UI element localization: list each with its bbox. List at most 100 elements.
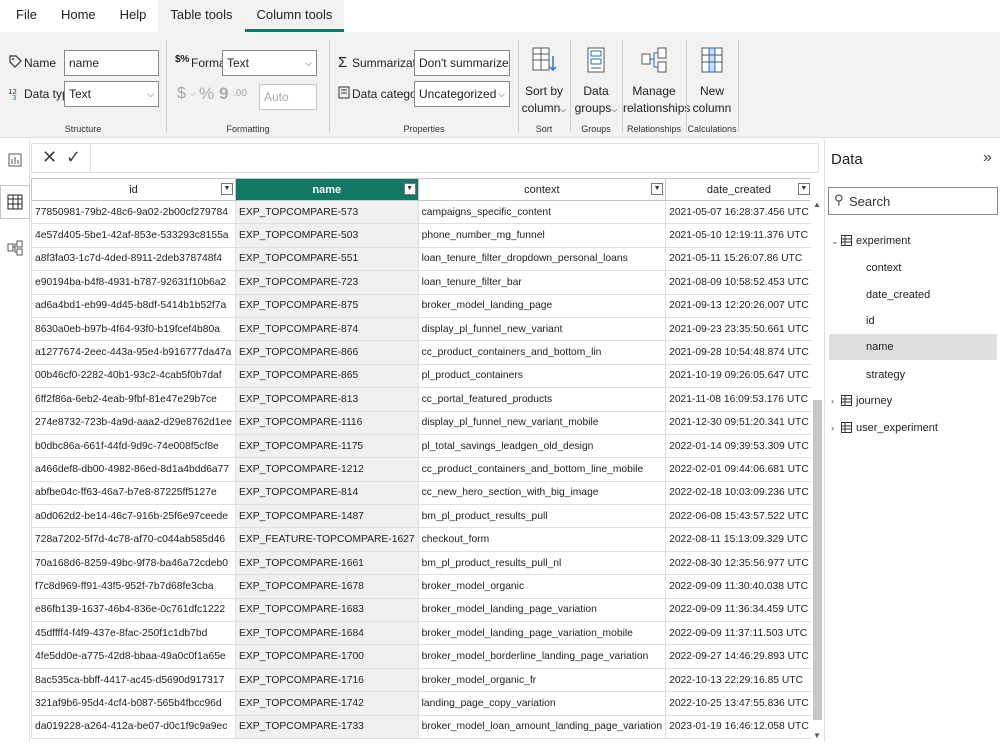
- formula-bar[interactable]: ✕ ✓: [31, 143, 819, 173]
- cell-name[interactable]: EXP_FEATURE-TOPCOMPARE-1627: [234, 527, 419, 552]
- cell-date-created[interactable]: 2021-11-08 16:09:53.176 UTC: [665, 387, 811, 412]
- cell-context[interactable]: pl_product_containers: [417, 363, 667, 389]
- cell-name[interactable]: EXP_TOPCOMPARE-1684: [234, 621, 419, 646]
- table-row[interactable]: 70a168d6-8259-49bc-9f78-ba46a72cdeb0 EXP_…: [31, 550, 811, 576]
- tree-field-name[interactable]: name: [829, 334, 997, 360]
- cell-id[interactable]: 4e57d405-5be1-42af-853e-533293c8155a: [31, 223, 236, 248]
- table-row[interactable]: f7c8d969-ff91-43f5-952f-7b7d68fe3cba EXP_…: [31, 574, 811, 599]
- cell-context[interactable]: broker_model_loan_amount_landing_page_va…: [417, 714, 667, 739]
- percent-button[interactable]: %: [199, 84, 214, 104]
- table-row[interactable]: 8ac535ca-bbff-4417-ac45-d5690d917317 EXP_…: [31, 667, 811, 693]
- tree-field-strategy[interactable]: strategy: [866, 369, 905, 381]
- cell-name[interactable]: EXP_TOPCOMPARE-874: [234, 316, 419, 342]
- cell-context[interactable]: bm_pl_product_results_pull_nl: [417, 550, 667, 576]
- cell-name[interactable]: EXP_TOPCOMPARE-723: [234, 270, 419, 295]
- scroll-up-icon[interactable]: ▲: [813, 200, 821, 209]
- cell-context[interactable]: cc_product_containers_and_bottom_lin: [417, 340, 667, 365]
- cell-id[interactable]: abfbe04c-ff63-46a7-b7e8-87225ff5127e: [31, 480, 236, 506]
- column-header-date-created[interactable]: date_created ▼: [665, 178, 811, 201]
- cell-context[interactable]: campaigns_specific_content: [417, 199, 667, 225]
- cell-name[interactable]: EXP_TOPCOMPARE-1678: [234, 574, 419, 599]
- cell-date-created[interactable]: 2021-09-23 23:35:50.661 UTC: [665, 316, 811, 342]
- cell-name[interactable]: EXP_TOPCOMPARE-1700: [234, 644, 419, 669]
- table-row[interactable]: da019228-a264-412a-be07-d0c1f9c9a9ec EXP_…: [31, 714, 811, 739]
- cell-date-created[interactable]: 2021-12-30 09:51:20.341 UTC: [665, 410, 811, 435]
- cell-date-created[interactable]: 2022-06-08 15:43:57.522 UTC: [665, 504, 811, 529]
- cell-name[interactable]: EXP_TOPCOMPARE-875: [234, 293, 419, 318]
- menu-home[interactable]: Home: [49, 0, 108, 32]
- decimal-places-field[interactable]: Auto: [259, 84, 317, 110]
- column-header-name[interactable]: name ▼: [234, 178, 419, 201]
- table-row[interactable]: e90194ba-b4f8-4931-b787-92631f10b6a2 EXP_…: [31, 270, 811, 295]
- table-row[interactable]: 4e57d405-5be1-42af-853e-533293c8155a EXP_…: [31, 223, 811, 248]
- summarization-select[interactable]: Don't summarize ⌵: [414, 50, 510, 76]
- tree-table-user-experiment[interactable]: › user_experiment: [831, 422, 938, 436]
- tree-table-experiment[interactable]: ⌄ experiment: [831, 235, 910, 249]
- table-view-icon[interactable]: [0, 185, 30, 219]
- table-row[interactable]: ad6a4bd1-eb99-4d45-b8df-5414b1b52f7a EXP_…: [31, 293, 811, 318]
- cell-name[interactable]: EXP_TOPCOMPARE-1116: [234, 410, 419, 435]
- cell-name[interactable]: EXP_TOPCOMPARE-865: [234, 363, 419, 389]
- table-row[interactable]: 77850981-79b2-48c6-9a02-2b00cf279784 EXP_…: [31, 199, 811, 225]
- new-column-button[interactable]: New column: [687, 46, 737, 117]
- cell-name[interactable]: EXP_TOPCOMPARE-866: [234, 340, 419, 365]
- menu-help[interactable]: Help: [108, 0, 159, 32]
- cell-context[interactable]: pl_total_savings_leadgen_old_design: [417, 433, 667, 459]
- commit-icon[interactable]: ✓: [66, 147, 81, 168]
- cell-date-created[interactable]: 2021-05-10 12:19:11.376 UTC: [665, 223, 811, 248]
- cell-date-created[interactable]: 2022-09-27 14:46:29.893 UTC: [665, 644, 811, 669]
- scroll-down-icon[interactable]: ▼: [813, 731, 821, 740]
- cell-date-created[interactable]: 2022-08-11 15:13:09.329 UTC: [665, 527, 811, 552]
- chevron-down-icon[interactable]: ▼: [797, 183, 810, 195]
- cell-name[interactable]: EXP_TOPCOMPARE-503: [234, 223, 419, 248]
- search-input[interactable]: ⚲ Search: [828, 187, 998, 215]
- format-select[interactable]: Text ⌵: [222, 50, 317, 76]
- menu-file[interactable]: File: [0, 0, 49, 32]
- cell-context[interactable]: cc_product_containers_and_bottom_line_mo…: [417, 457, 667, 482]
- cell-id[interactable]: 8ac535ca-bbff-4417-ac45-d5690d917317: [31, 667, 236, 693]
- cell-context[interactable]: checkout_form: [417, 527, 667, 552]
- report-view-icon[interactable]: [4, 149, 26, 171]
- cell-id[interactable]: 321af9b6-95d4-4cf4-b087-565b4fbcc96d: [31, 691, 236, 716]
- scrollbar-thumb[interactable]: [813, 400, 822, 720]
- cell-id[interactable]: a8f3fa03-1c7d-4ded-8911-2deb378748f4: [31, 246, 236, 272]
- cell-date-created[interactable]: 2022-09-09 11:37:11.503 UTC: [665, 621, 811, 646]
- cell-context[interactable]: landing_page_copy_variation: [417, 691, 667, 716]
- cell-date-created[interactable]: 2021-10-19 09:26:05.647 UTC: [665, 363, 811, 389]
- decimal-button[interactable]: .00: [233, 88, 247, 99]
- cell-date-created[interactable]: 2022-02-01 09:44:06.681 UTC: [665, 457, 811, 482]
- vertical-scrollbar[interactable]: ▲ ▼: [812, 200, 823, 740]
- table-row[interactable]: 321af9b6-95d4-4cf4-b087-565b4fbcc96d EXP_…: [31, 691, 811, 716]
- cell-date-created[interactable]: 2022-01-14 09:39:53.309 UTC: [665, 433, 811, 459]
- cell-context[interactable]: cc_new_hero_section_with_big_image: [417, 480, 667, 506]
- cell-context[interactable]: loan_tenure_filter_bar: [417, 270, 667, 295]
- cell-date-created[interactable]: 2021-09-13 12:20:26.007 UTC: [665, 293, 811, 318]
- cell-id[interactable]: 45dffff4-f4f9-437e-8fac-250f1c1db7bd: [31, 621, 236, 646]
- collapse-pane-icon[interactable]: »: [983, 149, 992, 167]
- cell-context[interactable]: broker_model_landing_page_variation: [417, 597, 667, 623]
- cell-id[interactable]: 6ff2f86a-6eb2-4eab-9fbf-81e47e29b7ce: [31, 387, 236, 412]
- cell-context[interactable]: display_pl_funnel_new_variant: [417, 316, 667, 342]
- cell-id[interactable]: ad6a4bd1-eb99-4d45-b8df-5414b1b52f7a: [31, 293, 236, 318]
- sort-by-column-button[interactable]: Sort by column⌵: [519, 46, 569, 118]
- tree-table-journey[interactable]: › journey: [831, 395, 892, 409]
- table-row[interactable]: e86fb139-1637-46b4-836e-0c761dfc1222 EXP_…: [31, 597, 811, 623]
- cell-name[interactable]: EXP_TOPCOMPARE-1487: [234, 504, 419, 529]
- table-row[interactable]: abfbe04c-ff63-46a7-b7e8-87225ff5127e EXP_…: [31, 480, 811, 506]
- datacategory-select[interactable]: Uncategorized ⌵: [414, 81, 510, 107]
- cell-id[interactable]: 728a7202-5f7d-4c78-af70-c044ab585d46: [31, 527, 236, 552]
- cell-id[interactable]: a1277674-2eec-443a-95e4-b916777da47a: [31, 340, 236, 365]
- name-field[interactable]: name: [64, 50, 159, 76]
- table-row[interactable]: b0dbc86a-661f-44fd-9d9c-74e008f5cf8e EXP_…: [31, 433, 811, 459]
- cell-context[interactable]: broker_model_borderline_landing_page_var…: [417, 644, 667, 669]
- cell-name[interactable]: EXP_TOPCOMPARE-551: [234, 246, 419, 272]
- tree-field-date-created[interactable]: date_created: [866, 289, 930, 301]
- cell-name[interactable]: EXP_TOPCOMPARE-1212: [234, 457, 419, 482]
- data-groups-button[interactable]: Data groups⌵: [571, 46, 621, 118]
- cell-context[interactable]: broker_model_landing_page_variation_mobi…: [417, 621, 667, 646]
- cell-id[interactable]: 4fe5dd0e-a775-42d8-bbaa-49a0c0f1a65e: [31, 644, 236, 669]
- cell-context[interactable]: broker_model_landing_page: [417, 293, 667, 318]
- cell-date-created[interactable]: 2022-10-25 13:47:55.836 UTC: [665, 691, 811, 716]
- chevron-down-icon[interactable]: ▼: [220, 183, 233, 195]
- table-row[interactable]: a0d062d2-be14-46c7-916b-25f6e97ceede EXP_…: [31, 504, 811, 529]
